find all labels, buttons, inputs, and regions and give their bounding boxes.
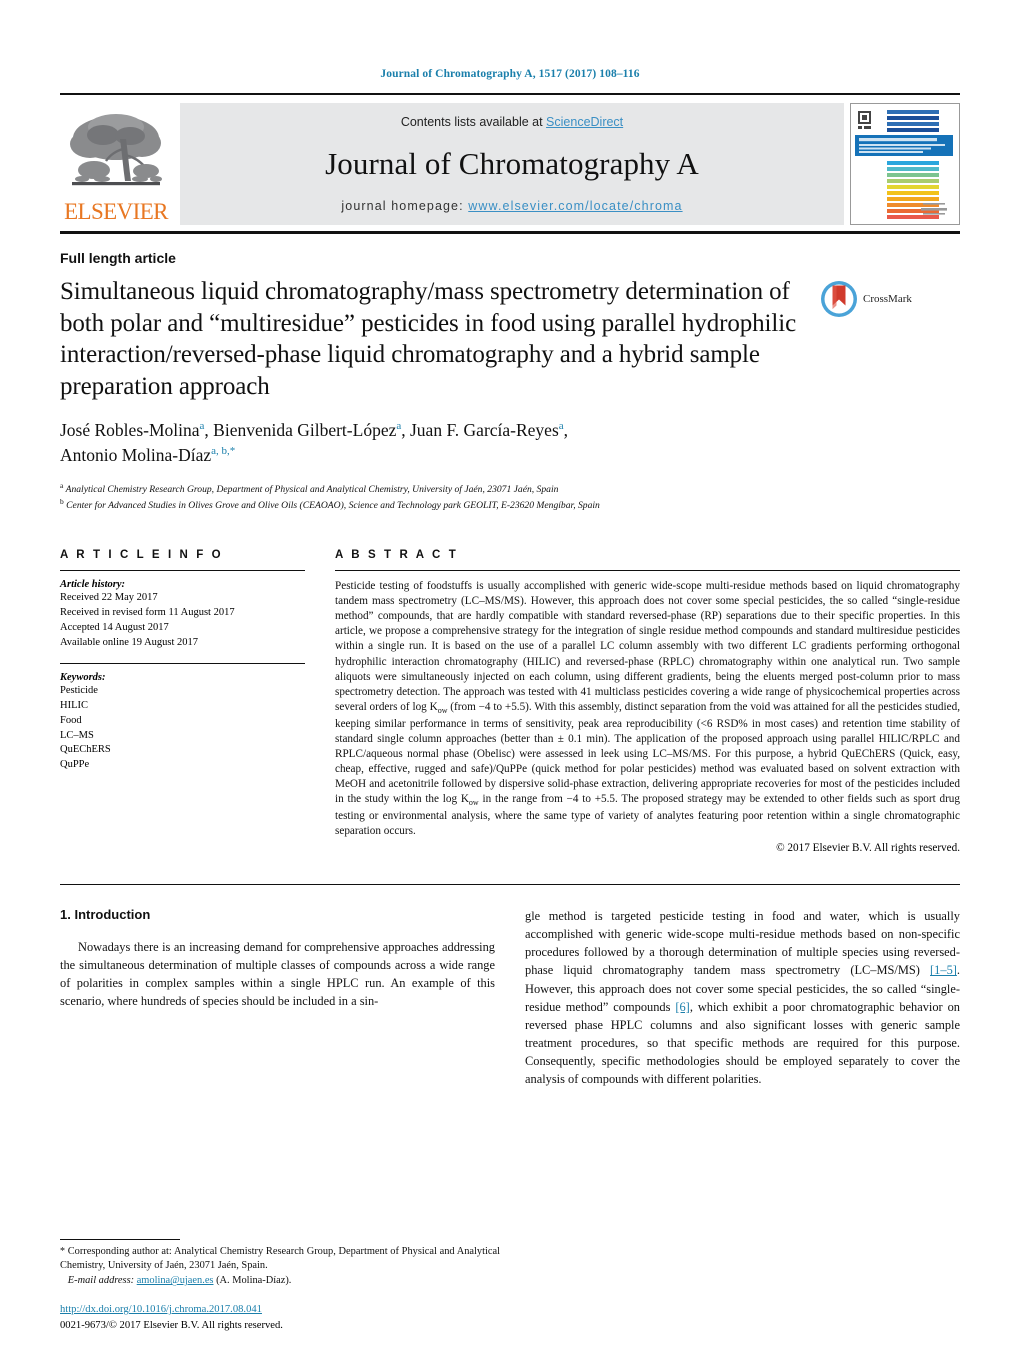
footnote-region: * Corresponding author at: Analytical Ch… <box>60 1238 500 1289</box>
email-address-label: E-mail address: <box>67 1275 135 1287</box>
journal-title: Journal of Chromatography A <box>325 146 699 181</box>
article-history-online: Available online 19 August 2017 <box>60 636 199 648</box>
affiliation-list: a Analytical Chemistry Research Group, D… <box>60 481 960 513</box>
journal-masthead: ELSEVIER Contents lists available at Sci… <box>60 103 960 225</box>
abstract-heading: A B S T R A C T <box>335 549 459 562</box>
email-owner: (A. Molina-Díaz). <box>216 1275 292 1287</box>
article-history-received: Received 22 May 2017 <box>60 592 158 604</box>
affiliation-mark: b <box>60 497 64 507</box>
corresponding-author-mark[interactable]: * <box>230 445 236 457</box>
running-head: Journal of Chromatography A, 1517 (2017)… <box>380 68 640 80</box>
keyword-item: HILIC <box>60 699 88 711</box>
article-history-accepted: Accepted 14 August 2017 <box>60 622 169 633</box>
article-first-page: Journal of Chromatography A, 1517 (2017)… <box>0 0 1020 1351</box>
article-info-column: A R T I C L E I N F O Article history: R… <box>60 549 305 854</box>
keywords-rule <box>60 662 305 664</box>
affiliation-text: Analytical Chemistry Research Group, Dep… <box>65 484 559 496</box>
keywords-label: Keywords: <box>60 671 106 683</box>
author-name: Juan F. García-Reyes <box>410 420 559 440</box>
author-name: José Robles-Molina <box>60 420 200 440</box>
author-separator: , <box>563 420 569 440</box>
author-list: José Robles-Molinaa, Bienvenida Gilbert-… <box>60 418 960 467</box>
keyword-item: QuEChERS <box>60 744 111 756</box>
elsevier-wordmark: ELSEVIER <box>64 199 168 224</box>
article-history-label: Article history: <box>60 579 126 591</box>
section-heading-introduction: 1. Introduction <box>60 907 151 923</box>
info-abstract-region: A R T I C L E I N F O Article history: R… <box>60 549 960 854</box>
title-row: Simultaneous liquid chromatography/mass … <box>60 276 960 402</box>
journal-homepage-link[interactable]: www.elsevier.com/locate/chroma <box>468 199 682 213</box>
affiliation-item: b Center for Advanced Studies in Olives … <box>60 497 960 513</box>
abstract-part-1: Pesticide testing of foodstuffs is usual… <box>335 580 960 713</box>
journal-banner: Contents lists available at ScienceDirec… <box>180 103 844 225</box>
homepage-label: journal homepage: <box>341 199 469 213</box>
cover-art-icon <box>851 104 957 224</box>
body-column-left: 1. Introduction Nowadays there is an inc… <box>60 907 495 1088</box>
abstract-rule <box>335 570 960 572</box>
author-separator: , <box>204 420 214 440</box>
article-history-revised: Received in revised form 11 August 2017 <box>60 607 235 619</box>
elsevier-tree-icon <box>70 114 162 186</box>
crossmark-icon <box>821 281 857 317</box>
abstract-column: A B S T R A C T Pesticide testing of foo… <box>335 549 960 854</box>
article-info-heading: A R T I C L E I N F O <box>60 549 224 562</box>
author-affil-mark[interactable]: a, b, <box>211 445 230 457</box>
affiliation-item: a Analytical Chemistry Research Group, D… <box>60 481 960 497</box>
article-type-label: Full length article <box>60 250 176 266</box>
keyword-item: QuPPe <box>60 759 90 771</box>
body-column-right: gle method is targeted pesticide testing… <box>525 907 960 1088</box>
keyword-item: LC–MS <box>60 729 94 741</box>
author-name: Antonio Molina-Díaz <box>60 444 212 465</box>
sciencedirect-link[interactable]: ScienceDirect <box>546 115 623 129</box>
journal-cover-thumbnail <box>850 103 960 225</box>
doi-link[interactable]: http://dx.doi.org/10.1016/j.chroma.2017.… <box>60 1304 262 1315</box>
abstract-copyright: © 2017 Elsevier B.V. All rights reserved… <box>776 842 960 855</box>
issn-copyright-line: 0021-9673/© 2017 Elsevier B.V. All right… <box>60 1319 283 1331</box>
article-info-rule <box>60 570 305 572</box>
affiliation-mark: a <box>60 481 64 490</box>
footnote-text: Corresponding author at: Analytical Chem… <box>60 1245 500 1272</box>
intro-right-part-1: gle method is targeted pesticide testing… <box>525 909 960 978</box>
elsevier-logo: ELSEVIER <box>60 103 172 225</box>
footnote-rule <box>60 1238 180 1240</box>
body-separator-rule <box>60 884 960 886</box>
author-separator: , <box>401 420 410 440</box>
abstract-part-2: (from −4 to +5.5). With this assembly, d… <box>335 700 960 805</box>
abstract-subscript-kow-2: ow <box>468 798 479 808</box>
keyword-item: Pesticide <box>60 684 98 696</box>
citation-ref-1-5[interactable]: [1–5] <box>930 963 957 977</box>
journal-homepage-line: journal homepage: www.elsevier.com/locat… <box>341 199 682 213</box>
introduction-paragraph-right: gle method is targeted pesticide testing… <box>525 907 960 1088</box>
crossmark-badge[interactable]: CrossMark <box>820 276 938 318</box>
corresponding-author-footnote: * Corresponding author at: Analytical Ch… <box>60 1245 500 1289</box>
abstract-text: Pesticide testing of foodstuffs is usual… <box>335 579 960 839</box>
introduction-paragraph-left: Nowadays there is an increasing demand f… <box>60 940 495 1009</box>
contents-list-prefix: Contents lists available at <box>400 115 547 129</box>
doi-region: http://dx.doi.org/10.1016/j.chroma.2017.… <box>60 1302 500 1333</box>
abstract-subscript-kow-1: ow <box>437 705 448 715</box>
masthead-top-rule <box>60 93 960 95</box>
affiliation-text: Center for Advanced Studies in Olives Gr… <box>66 500 600 512</box>
masthead-bottom-rule <box>60 231 960 234</box>
title-container: Simultaneous liquid chromatography/mass … <box>60 276 820 402</box>
citation-ref-6[interactable]: [6] <box>675 1000 689 1014</box>
keyword-item: Food <box>60 714 82 726</box>
body-columns: 1. Introduction Nowadays there is an inc… <box>60 907 960 1088</box>
page-title: Simultaneous liquid chromatography/mass … <box>60 278 797 400</box>
corresponding-email-link[interactable]: amolina@ujaen.es <box>137 1275 214 1286</box>
author-name: Bienvenida Gilbert-López <box>213 420 397 440</box>
contents-list-line: Contents lists available at ScienceDirec… <box>401 115 623 129</box>
crossmark-label: CrossMark <box>863 293 912 305</box>
